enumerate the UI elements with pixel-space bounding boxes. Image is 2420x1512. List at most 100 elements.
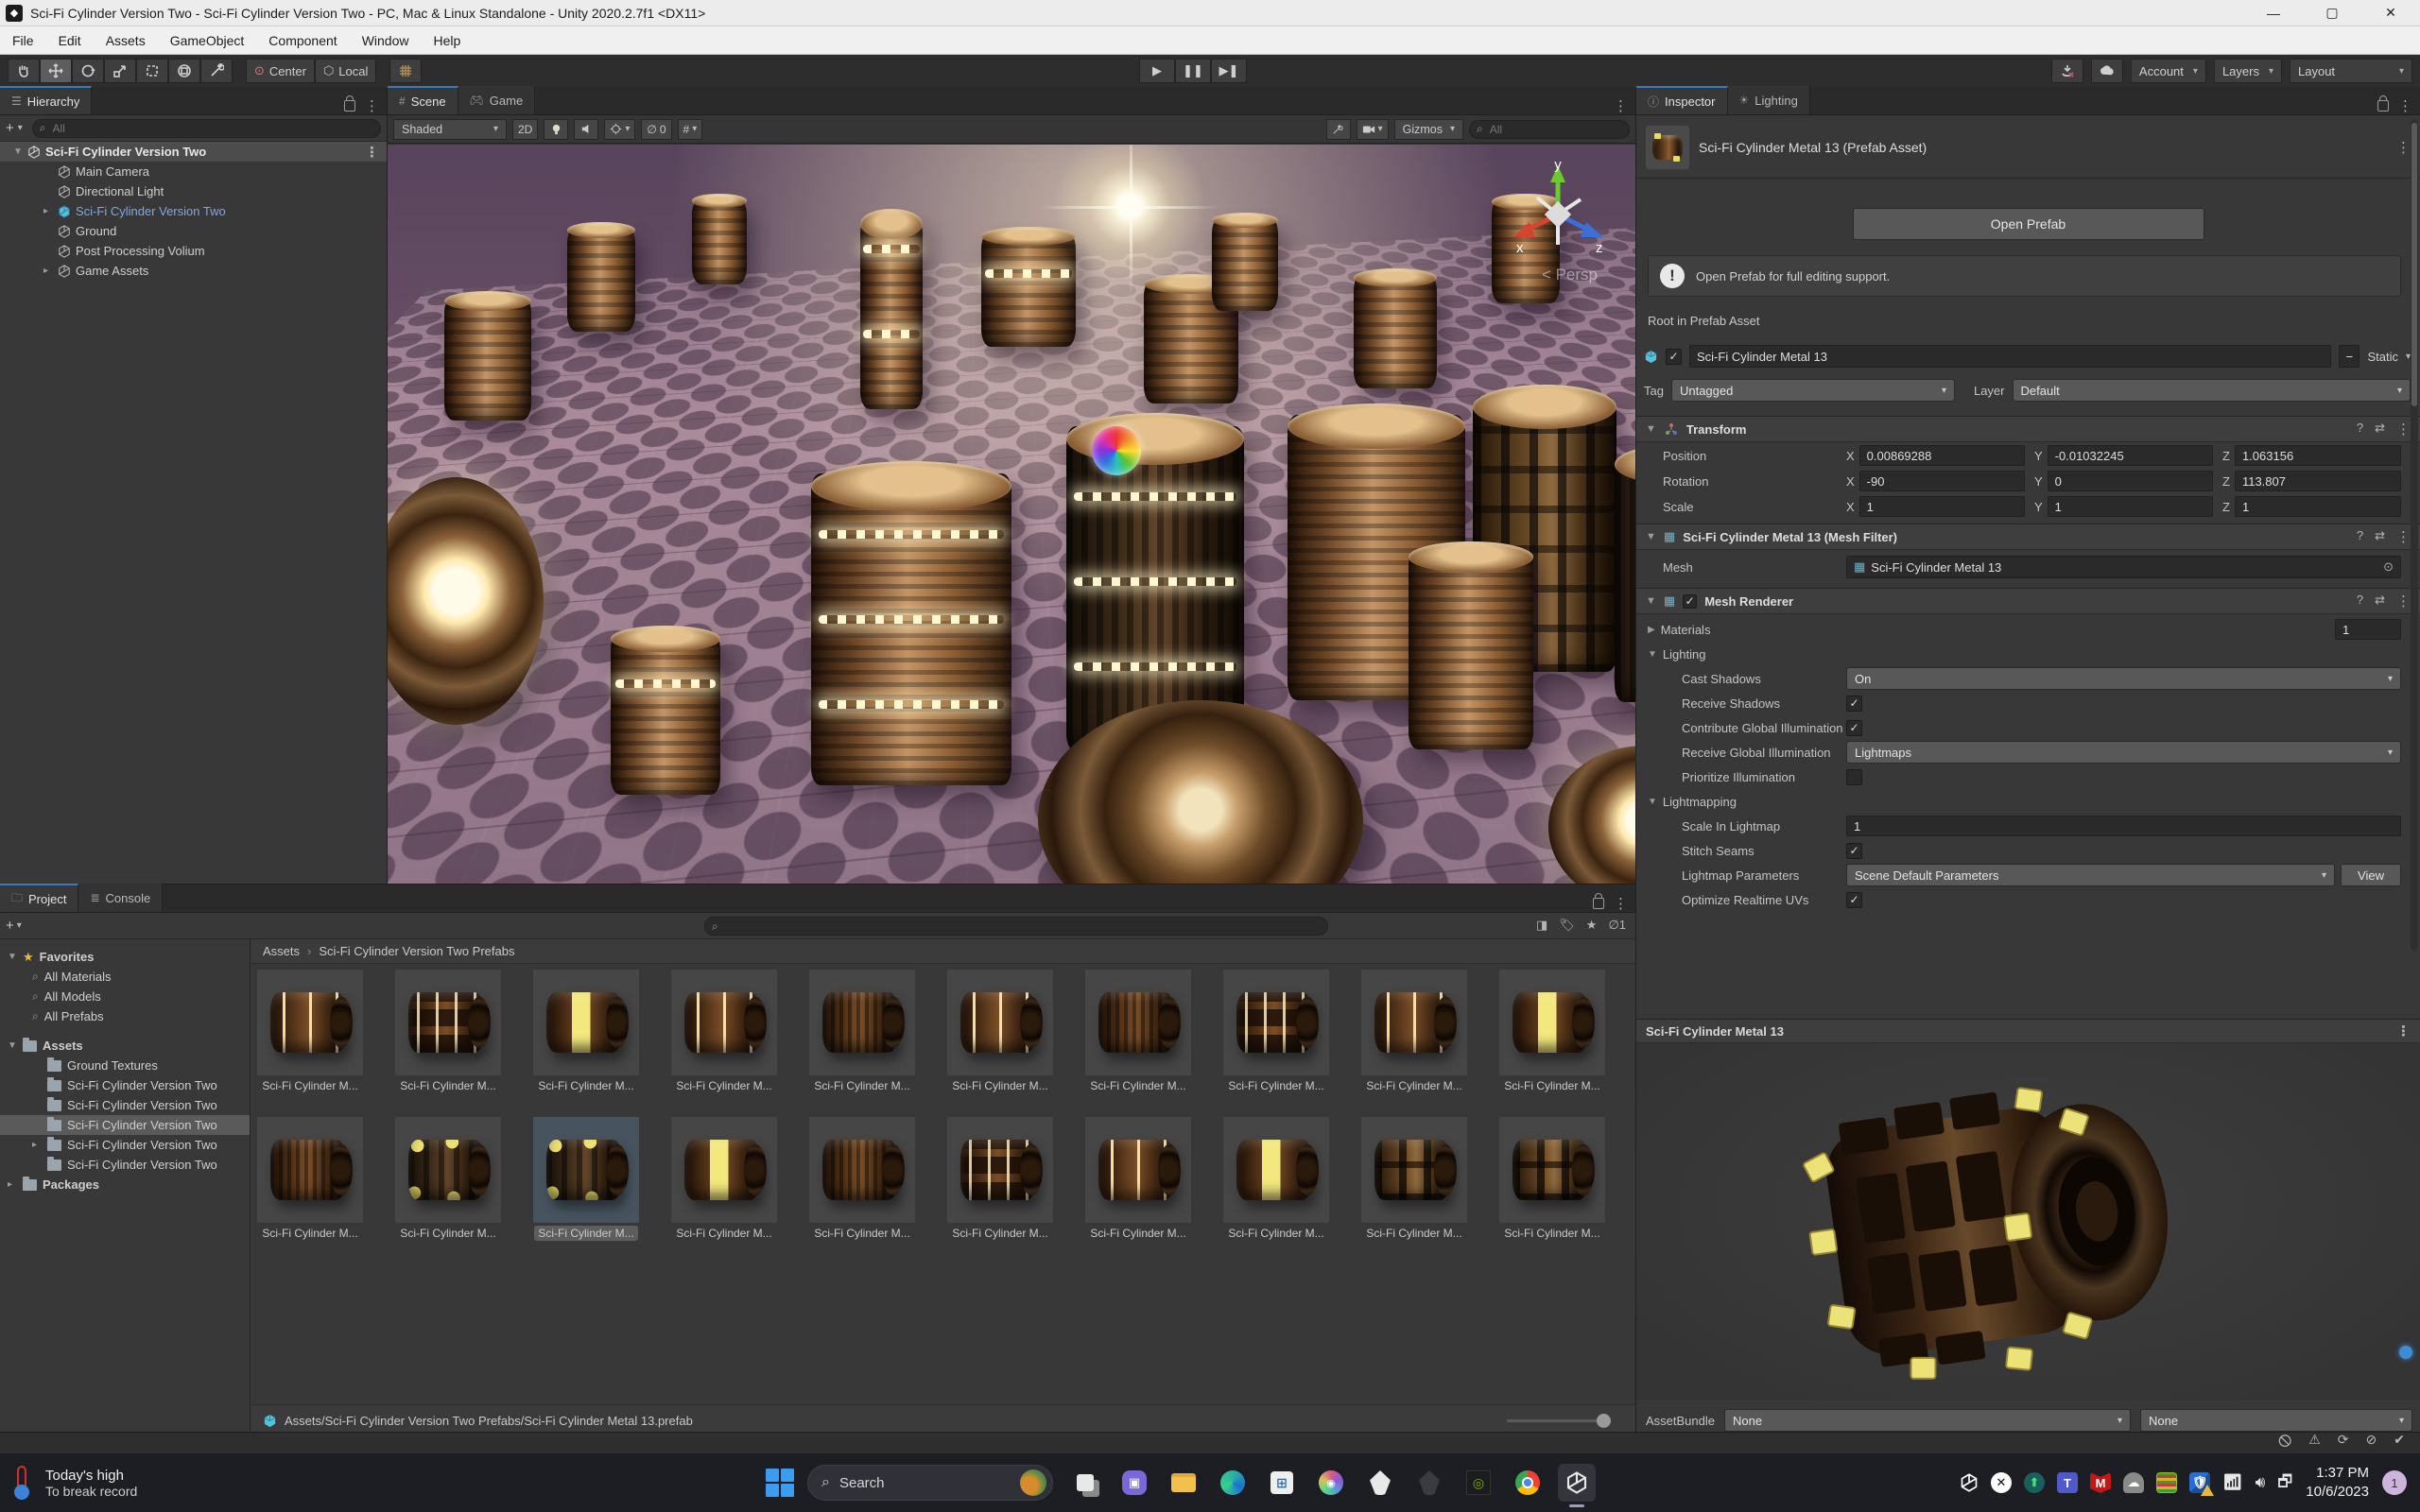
presets-icon[interactable]: ⇄ — [2375, 421, 2385, 438]
static-mixed-box[interactable]: − — [2339, 345, 2360, 368]
activity-check-icon[interactable]: ✔︎ — [2394, 1432, 2405, 1454]
menu-component[interactable]: Component — [256, 26, 349, 54]
asset-thumbnail[interactable] — [533, 1117, 639, 1223]
preview-header[interactable]: Sci-Fi Cylinder Metal 13 ⋮ — [1636, 1019, 2420, 1043]
scene-cylinder-object[interactable] — [611, 626, 720, 795]
scene-cylinder-object[interactable] — [860, 208, 923, 409]
asset-thumbnail[interactable] — [257, 970, 363, 1075]
folder-item[interactable]: Sci-Fi Cylinder Version Two — [0, 1095, 250, 1115]
asset-thumbnail[interactable] — [671, 1117, 777, 1223]
asset-thumbnail[interactable] — [1085, 970, 1191, 1075]
asset-grid-item[interactable]: Sci-Fi Cylinder M... — [395, 1117, 501, 1240]
2d-toggle[interactable]: 2D — [512, 118, 539, 140]
menu-kebab-icon[interactable]: ⋮ — [1614, 895, 1628, 912]
tab-inspector[interactable]: ⓘ Inspector — [1636, 86, 1728, 114]
tray-wifi-icon[interactable]: 📶︎ — [2222, 1473, 2243, 1492]
z-field[interactable]: 113.807 — [2234, 471, 2401, 491]
tray-update-icon[interactable]: ⬆︎ — [2023, 1472, 2045, 1493]
space-toggle[interactable]: ⬡ Local — [314, 59, 377, 83]
kebab-icon[interactable]: ⋮ — [2396, 421, 2411, 438]
stitch-seams-checkbox[interactable]: ✓ — [1846, 842, 1862, 859]
taskbar-app-store-icon[interactable]: ⊞ — [1263, 1464, 1301, 1502]
asset-thumbnail[interactable] — [1085, 1117, 1191, 1223]
asset-grid-item[interactable]: Sci-Fi Cylinder M... — [1361, 970, 1467, 1092]
shading-mode-dropdown[interactable]: Shaded ▾ — [393, 118, 507, 140]
scene-kebab-icon[interactable]: ⋮ — [365, 144, 379, 161]
favorite-item[interactable]: ⌕ All Models — [0, 987, 250, 1006]
taskbar-app-file-explorer-icon[interactable] — [1165, 1464, 1202, 1502]
scene-camera-dropdown-icon[interactable]: ▾ — [1356, 118, 1389, 140]
menu-edit[interactable]: Edit — [46, 26, 94, 54]
view-button[interactable]: View — [2341, 864, 2401, 886]
scene-lighting-toggle-icon[interactable] — [544, 118, 569, 140]
hand-tool-icon[interactable] — [8, 59, 40, 83]
kebab-icon[interactable]: ⋮ — [2396, 593, 2411, 610]
scene-visibility-toggle[interactable]: ∅ 0 — [641, 118, 672, 140]
autorefresh-icon[interactable]: ⟳︎ — [2338, 1432, 2349, 1454]
prioritize-illumination-checkbox[interactable] — [1846, 768, 1862, 785]
project-search-input[interactable] — [722, 919, 1321, 934]
hierarchy-search[interactable]: ⌕ — [31, 118, 381, 138]
mesh-renderer-header[interactable]: ▼ ▦ ✓ Mesh Renderer ? ⇄ ⋮ — [1636, 588, 2420, 614]
asset-thumbnail[interactable] — [947, 1117, 1053, 1223]
label-icon[interactable]: 🏷︎ — [1559, 918, 1575, 933]
preview-kebab-icon[interactable]: ⋮ — [2396, 1022, 2411, 1040]
taskbar-app-alienware-icon[interactable] — [1361, 1464, 1399, 1502]
asset-thumbnail[interactable] — [257, 1117, 363, 1223]
hierarchy-item[interactable]: ▸ Game Assets — [0, 261, 387, 281]
favorite-item[interactable]: ⌕ All Materials — [0, 967, 250, 987]
tag-dropdown[interactable]: Untagged ▾ — [1670, 379, 1955, 402]
asset-grid-item[interactable]: Sci-Fi Cylinder M... — [1223, 970, 1329, 1092]
layout-dropdown[interactable]: Layout ▾ — [2290, 59, 2412, 83]
asset-grid-item[interactable]: Sci-Fi Cylinder M... — [1085, 1117, 1191, 1240]
console-warning-icon[interactable]: ⚠︎ — [2308, 1432, 2321, 1454]
maximize-button[interactable]: ▢ — [2303, 0, 2361, 26]
x-field[interactable]: 0.00869288 — [1858, 445, 2025, 466]
menu-window[interactable]: Window — [350, 26, 422, 54]
asset-grid-item[interactable]: Sci-Fi Cylinder M... — [257, 970, 363, 1092]
tab-project[interactable]: 🗀︎ Project — [0, 884, 79, 912]
help-icon[interactable]: ? — [2357, 421, 2363, 438]
x-field[interactable]: -90 — [1858, 471, 2025, 491]
static-label[interactable]: Static — [2367, 350, 2398, 364]
asset-grid-item[interactable]: Sci-Fi Cylinder M... — [947, 1117, 1053, 1240]
y-field[interactable]: -0.01032245 — [2047, 445, 2213, 466]
scene-search-input[interactable] — [1487, 121, 1622, 137]
custom-tool-icon[interactable] — [200, 59, 233, 83]
scale-tool-icon[interactable] — [104, 59, 136, 83]
scene-fx-dropdown-icon[interactable]: ▾ — [604, 118, 636, 140]
presets-icon[interactable]: ⇄ — [2375, 528, 2385, 545]
taskbar-app-chrome-icon[interactable] — [1509, 1464, 1547, 1502]
mesh-filter-header[interactable]: ▼ ▦ Sci-Fi Cylinder Metal 13 (Mesh Filter… — [1636, 524, 2420, 550]
asset-grid-item[interactable]: Sci-Fi Cylinder M... — [1361, 1117, 1467, 1240]
favorite-icon[interactable]: ★ — [1586, 918, 1598, 933]
tab-game[interactable]: 🎮︎ Game — [458, 86, 536, 114]
z-field[interactable]: 1 — [2234, 496, 2401, 517]
grid-snapping-icon[interactable] — [389, 59, 423, 83]
presets-icon[interactable]: ⇄ — [2375, 593, 2385, 610]
inspector-scrollbar[interactable] — [2411, 119, 2418, 951]
kebab-icon[interactable]: ⋮ — [2396, 528, 2411, 545]
play-button[interactable]: ▶ — [1139, 59, 1175, 83]
step-button[interactable]: ▶❚ — [1211, 59, 1247, 83]
receive-gi-dropdown[interactable]: Lightmaps ▾ — [1846, 741, 2401, 764]
taskbar-app-chat-icon[interactable]: ▣ — [1115, 1464, 1153, 1502]
move-gizmo-sphere[interactable] — [1092, 426, 1141, 475]
add-object-caret[interactable]: ▾ — [18, 123, 23, 133]
transform-tool-icon[interactable] — [168, 59, 200, 83]
scene-cylinder-object[interactable] — [1212, 213, 1278, 311]
menu-kebab-icon[interactable]: ⋮ — [365, 97, 379, 114]
scene-cylinder-object[interactable] — [567, 221, 635, 332]
asset-grid-item[interactable]: Sci-Fi Cylinder M... — [947, 970, 1053, 1092]
weather-widget[interactable]: Today's high To break record — [0, 1466, 312, 1500]
z-field[interactable]: 1.063156 — [2234, 445, 2401, 466]
open-prefab-button[interactable]: Open Prefab — [1852, 208, 2204, 240]
prefab-kebab-icon[interactable]: ⋮ — [2396, 139, 2411, 156]
tray-unity-hub-icon[interactable] — [1960, 1473, 1979, 1492]
project-search[interactable]: ⌕ — [704, 917, 1328, 936]
scene-cylinder-object[interactable] — [1409, 541, 1533, 749]
tray-mcafee-icon[interactable]: M — [2089, 1472, 2111, 1493]
taskbar-app-edge-icon[interactable] — [1214, 1464, 1252, 1502]
packages-root[interactable]: ▸ Packages — [0, 1175, 250, 1194]
taskbar-app-nvidia-icon[interactable]: ◎ — [1460, 1464, 1497, 1502]
